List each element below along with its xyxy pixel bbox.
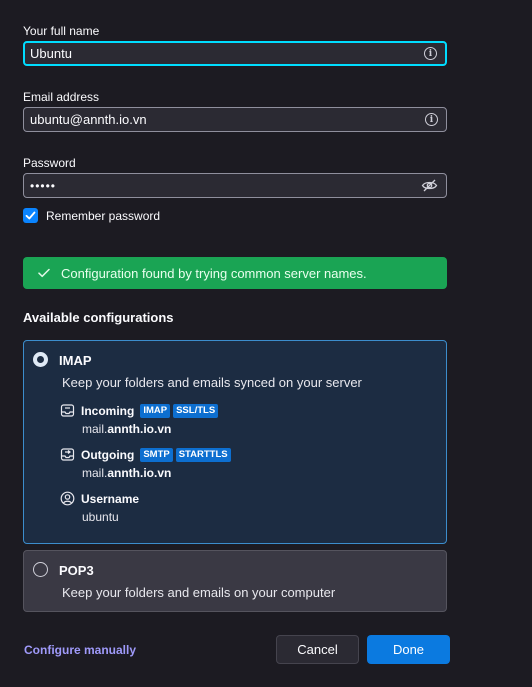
user-icon xyxy=(60,491,75,506)
inbox-download-icon xyxy=(60,404,75,417)
email-input[interactable]: ubuntu@annth.io.vn i xyxy=(23,107,447,132)
full-name-input[interactable]: Ubuntu i xyxy=(23,41,447,66)
outgoing-host: mail.annth.io.vn xyxy=(82,466,172,480)
pop3-config-card[interactable]: POP3 Keep your folders and emails on you… xyxy=(23,550,447,612)
username-value: ubuntu xyxy=(82,510,119,524)
remember-password-checkbox[interactable] xyxy=(23,208,38,223)
account-setup-page: Your full name Ubuntu i Email address ub… xyxy=(0,0,532,687)
info-circle-icon[interactable]: i xyxy=(425,113,438,126)
incoming-host: mail.annth.io.vn xyxy=(82,422,172,436)
imap-config-card[interactable]: IMAP Keep your folders and emails synced… xyxy=(23,340,447,544)
remember-password-row[interactable]: Remember password xyxy=(23,208,160,223)
available-configurations-heading: Available configurations xyxy=(23,310,174,325)
done-button[interactable]: Done xyxy=(367,635,450,664)
outgoing-protocol-tag: SMTP xyxy=(140,447,173,462)
outgoing-label: Outgoing xyxy=(81,447,135,462)
outgoing-server-detail: Outgoing SMTP STARTTLS mail.annth.io.vn xyxy=(60,447,231,480)
remember-password-label: Remember password xyxy=(46,208,161,223)
configure-manually-link[interactable]: Configure manually xyxy=(24,643,136,657)
imap-title: IMAP xyxy=(59,353,92,368)
email-value: ubuntu@annth.io.vn xyxy=(30,112,147,127)
username-label: Username xyxy=(81,491,140,506)
incoming-security-tag: SSL/TLS xyxy=(173,403,219,418)
full-name-value: Ubuntu xyxy=(30,46,72,61)
info-circle-icon[interactable]: i xyxy=(424,47,437,60)
username-detail: Username ubuntu xyxy=(60,491,139,524)
password-label: Password xyxy=(23,156,76,170)
checkmark-icon xyxy=(38,268,50,278)
password-value: ••••• xyxy=(30,178,57,193)
cancel-button[interactable]: Cancel xyxy=(276,635,359,664)
password-input[interactable]: ••••• xyxy=(23,173,447,198)
pop3-description: Keep your folders and emails on your com… xyxy=(62,585,336,600)
outgoing-security-tag: STARTTLS xyxy=(175,447,231,462)
config-found-notification: Configuration found by trying common ser… xyxy=(23,257,447,289)
incoming-protocol-tag: IMAP xyxy=(140,403,171,418)
outbox-upload-icon xyxy=(60,448,75,461)
incoming-label: Incoming xyxy=(81,403,135,418)
pop3-radio[interactable] xyxy=(33,562,48,577)
email-label: Email address xyxy=(23,90,100,104)
full-name-label: Your full name xyxy=(23,24,100,38)
incoming-server-detail: Incoming IMAP SSL/TLS mail.annth.io.vn xyxy=(60,403,219,436)
eye-slash-icon[interactable] xyxy=(421,179,438,192)
imap-radio[interactable] xyxy=(33,352,48,367)
pop3-title: POP3 xyxy=(59,563,94,578)
imap-description: Keep your folders and emails synced on y… xyxy=(62,375,362,390)
config-found-message: Configuration found by trying common ser… xyxy=(61,265,367,281)
